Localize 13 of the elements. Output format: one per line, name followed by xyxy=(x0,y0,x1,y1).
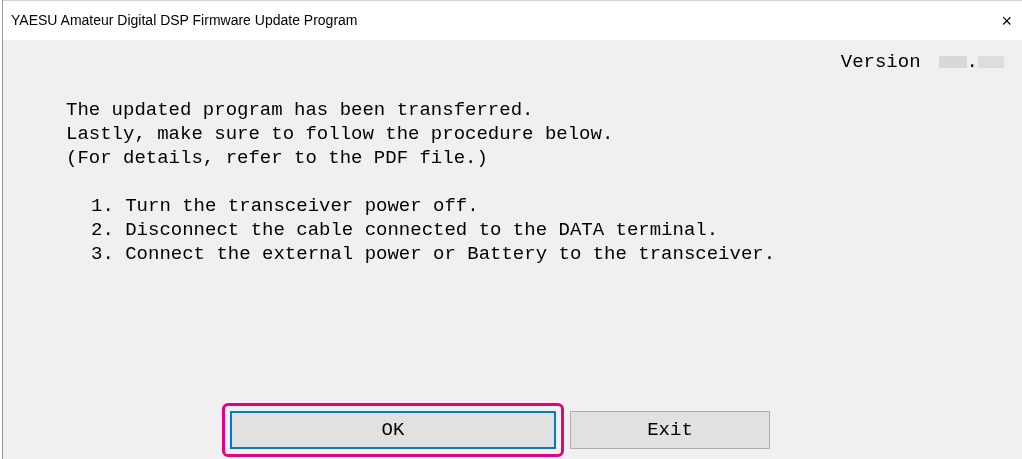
message-line: (For details, refer to the PDF file.) xyxy=(66,146,489,170)
redacted-mark xyxy=(938,56,967,68)
version-separator: . xyxy=(966,50,978,74)
message-line: Lastly, make sure to follow the procedure below. xyxy=(66,122,615,146)
message-line: The updated program has been transferred. xyxy=(66,98,535,122)
close-button[interactable]: × xyxy=(997,11,1016,30)
dialog-button[interactable]: OK xyxy=(230,411,556,449)
step-line: 3. Connect the external power or Battery to the transceiver. xyxy=(91,242,777,266)
window-title: YAESU Amateur Digital DSP Firmware Update Program xyxy=(11,11,358,30)
step-line: 2. Disconnect the cable connected to the DATA terminal. xyxy=(91,218,720,242)
version-label: Version xyxy=(840,50,921,74)
step-line: 1. Turn the transceiver power off. xyxy=(91,194,480,218)
dialog-button[interactable]: Exit xyxy=(570,411,770,449)
